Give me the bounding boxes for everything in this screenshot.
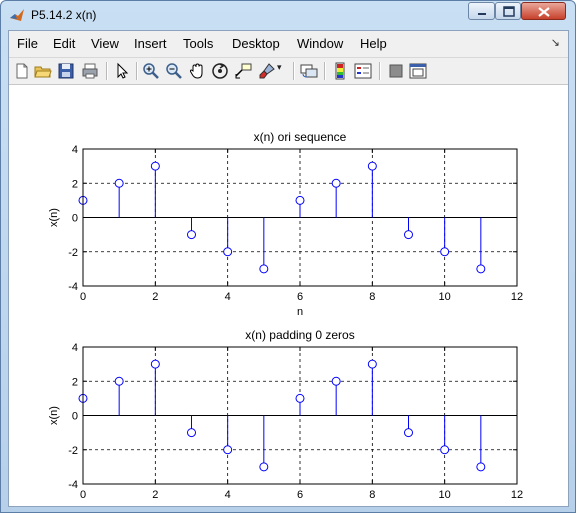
menu-window[interactable]: Window <box>297 36 343 51</box>
x-tick-label: 4 <box>225 291 231 303</box>
minimize-icon <box>478 13 486 15</box>
stem-marker <box>187 230 196 240</box>
y-tick-label: -2 <box>68 445 78 457</box>
show-plot-tools-icon[interactable] <box>409 62 427 80</box>
stem-marker <box>367 161 377 171</box>
stem-marker <box>404 230 413 240</box>
menu-tools[interactable]: Tools <box>183 36 213 51</box>
close-icon <box>538 7 550 17</box>
menu-dock-arrow-icon[interactable]: ↘ <box>551 36 560 49</box>
x-tick-label: 4 <box>225 489 231 501</box>
client-area: File Edit View Insert Tools Desktop Wind… <box>8 30 569 513</box>
brush-dropdown-arrow-icon[interactable]: ▾ <box>277 62 285 80</box>
window-title: P5.14.2 x(n) <box>31 8 97 22</box>
stem-marker <box>295 195 305 205</box>
stem-marker <box>259 264 269 274</box>
stem-marker <box>476 264 486 274</box>
y-tick-label: 0 <box>72 411 78 423</box>
menu-insert[interactable]: Insert <box>134 36 167 51</box>
stem-marker <box>404 428 413 438</box>
y-tick-label: 2 <box>72 376 78 388</box>
y-tick-label: -4 <box>68 281 78 293</box>
zoom-out-icon[interactable] <box>165 62 183 80</box>
stem-marker <box>367 359 377 369</box>
stem-marker <box>440 445 450 455</box>
open-file-icon[interactable] <box>34 62 52 80</box>
toolbar-separator <box>136 62 138 80</box>
stem-marker <box>187 428 196 438</box>
minimize-button[interactable] <box>468 2 495 20</box>
x-tick-label: 2 <box>152 291 158 303</box>
menu-view[interactable]: View <box>91 36 119 51</box>
x-tick-label: 12 <box>511 291 523 303</box>
stem-marker <box>440 247 450 257</box>
y-tick-label: 4 <box>72 144 78 156</box>
stem-marker <box>150 161 160 171</box>
chart-title: x(n) padding 0 zeros <box>245 328 354 342</box>
stem-marker <box>223 247 233 257</box>
y-axis-label: x(n) <box>48 406 60 425</box>
stem-marker <box>259 462 269 472</box>
y-tick-label: -2 <box>68 247 78 259</box>
stem-marker <box>331 178 341 188</box>
link-plot-icon[interactable] <box>300 62 318 80</box>
x-axis-label: n <box>297 504 303 506</box>
new-figure-icon[interactable] <box>13 62 31 80</box>
x-tick-label: 0 <box>80 489 86 501</box>
x-tick-label: 8 <box>369 291 375 303</box>
edit-plot-icon[interactable] <box>113 62 131 80</box>
figure-canvas: 0 2 4 6 8 10 12 4 2 0 -2 -4 x(n) ori sequence n x(n) 0 2… <box>9 85 568 513</box>
toolbar-separator <box>293 62 295 80</box>
x-tick-label: 12 <box>511 489 523 501</box>
title-bar[interactable]: P5.14.2 x(n) <box>1 1 575 29</box>
pan-icon[interactable] <box>188 62 206 80</box>
x-tick-label: 6 <box>297 489 303 501</box>
brush-icon[interactable] <box>258 62 276 80</box>
y-tick-label: 2 <box>72 178 78 190</box>
stem-marker <box>114 376 124 386</box>
stem-marker <box>150 359 160 369</box>
matlab-icon <box>10 9 24 21</box>
x-tick-label: 6 <box>297 291 303 303</box>
zoom-in-icon[interactable] <box>142 62 160 80</box>
chart-title: x(n) ori sequence <box>254 130 347 144</box>
toolbar-separator <box>106 62 108 80</box>
save-icon[interactable] <box>57 62 75 80</box>
menu-file[interactable]: File <box>17 36 38 51</box>
figure-toolbar: ▾ <box>9 57 568 85</box>
y-tick-label: 0 <box>72 213 78 225</box>
y-axis-label: x(n) <box>48 208 60 227</box>
menu-bar: File Edit View Insert Tools Desktop Wind… <box>9 31 568 57</box>
stem-marker <box>223 445 233 455</box>
figure-window: P5.14.2 x(n) File Edit View Insert Tools… <box>0 0 576 513</box>
y-tick-label: -4 <box>68 479 78 491</box>
stem-marker <box>476 462 486 472</box>
toolbar-separator <box>324 62 326 80</box>
toolbar-separator <box>379 62 381 80</box>
stem-marker <box>114 178 124 188</box>
menu-edit[interactable]: Edit <box>53 36 75 51</box>
hide-plot-tools-icon[interactable] <box>387 62 405 80</box>
print-icon[interactable] <box>81 62 99 80</box>
data-cursor-icon[interactable] <box>234 62 252 80</box>
y-tick-label: 4 <box>72 342 78 354</box>
x-tick-label: 10 <box>439 291 451 303</box>
maximize-button[interactable] <box>495 2 521 20</box>
stem-marker <box>295 393 305 403</box>
maximize-icon <box>503 6 515 17</box>
menu-desktop[interactable]: Desktop <box>232 36 280 51</box>
x-axis-label: n <box>297 306 303 318</box>
x-tick-label: 8 <box>369 489 375 501</box>
plot-area: 0 2 4 6 8 10 12 4 2 0 -2 -4 x(n) ori sequence n x(n) 0 2… <box>48 130 523 513</box>
colorbar-icon[interactable] <box>331 62 349 80</box>
x-tick-label: 2 <box>152 489 158 501</box>
stem-marker <box>331 376 341 386</box>
rotate-3d-icon[interactable] <box>211 62 229 80</box>
legend-icon[interactable] <box>354 62 372 80</box>
x-tick-label: 10 <box>439 489 451 501</box>
close-button[interactable] <box>521 2 566 20</box>
menu-help[interactable]: Help <box>360 36 387 51</box>
x-tick-label: 0 <box>80 291 86 303</box>
